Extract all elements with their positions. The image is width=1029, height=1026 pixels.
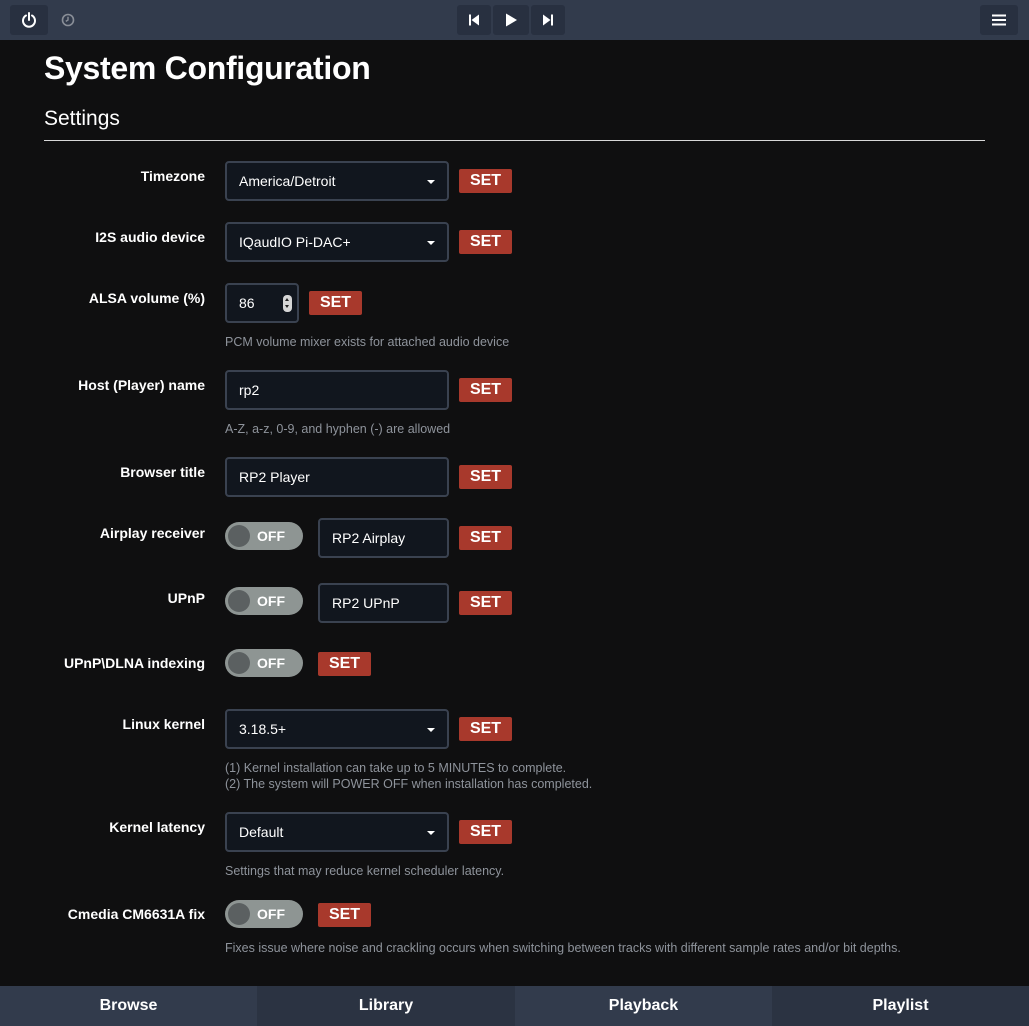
host-help: A-Z, a-z, 0-9, and hyphen (-) are allowe…	[225, 422, 451, 436]
power-button[interactable]	[10, 5, 48, 35]
next-track-button[interactable]	[531, 5, 565, 35]
airplay-name-input[interactable]: RP2 Airplay	[318, 518, 449, 558]
hamburger-menu-icon	[992, 14, 1006, 26]
alsa-volume-input[interactable]: 86	[225, 283, 299, 323]
upnp-toggle-state: OFF	[257, 593, 285, 609]
tab-library[interactable]: Library	[257, 986, 515, 1026]
host-value: rp2	[239, 382, 260, 398]
airplay-set-button[interactable]: SET	[459, 526, 512, 550]
browser-title-label: Browser title	[120, 464, 205, 480]
host-name-input[interactable]: rp2	[225, 370, 449, 410]
tab-playlist[interactable]: Playlist	[772, 986, 1029, 1026]
browser-title-set-button[interactable]: SET	[459, 465, 512, 489]
section-divider	[44, 140, 985, 141]
airplay-toggle-state: OFF	[257, 528, 285, 544]
caret-down-icon	[427, 241, 435, 245]
timezone-value: America/Detroit	[239, 173, 336, 189]
browser-title-input[interactable]: RP2 Player	[225, 457, 449, 497]
timezone-select[interactable]: America/Detroit	[225, 161, 449, 201]
timezone-set-button[interactable]: SET	[459, 169, 512, 193]
tab-browse[interactable]: Browse	[0, 986, 257, 1026]
clock-icon	[61, 13, 75, 27]
airplay-toggle[interactable]: OFF	[225, 522, 303, 550]
latency-select[interactable]: Default	[225, 812, 449, 852]
latency-set-button[interactable]: SET	[459, 820, 512, 844]
bottom-nav: Browse Library Playback Playlist	[0, 986, 1029, 1026]
skip-back-icon	[469, 14, 479, 26]
cmedia-label: Cmedia CM6631A fix	[67, 906, 205, 922]
kernel-help-2: (2) The system will POWER OFF when insta…	[225, 777, 593, 791]
caret-down-icon	[427, 180, 435, 184]
toggle-knob	[228, 652, 250, 674]
dlna-toggle-state: OFF	[257, 655, 285, 671]
kernel-label: Linux kernel	[122, 716, 205, 732]
alsa-set-button[interactable]: SET	[309, 291, 362, 315]
host-label: Host (Player) name	[78, 377, 205, 393]
dlna-set-button[interactable]: SET	[318, 652, 371, 676]
dlna-toggle[interactable]: OFF	[225, 649, 303, 677]
number-stepper-icon[interactable]	[283, 295, 292, 312]
section-title: Settings	[44, 107, 120, 130]
upnp-set-button[interactable]: SET	[459, 591, 512, 615]
menu-button[interactable]	[980, 5, 1018, 35]
toggle-knob	[228, 590, 250, 612]
kernel-select[interactable]: 3.18.5+	[225, 709, 449, 749]
timezone-label: Timezone	[140, 168, 205, 184]
latency-label: Kernel latency	[109, 819, 205, 835]
kernel-help-1: (1) Kernel installation can take up to 5…	[225, 761, 567, 775]
toggle-knob	[228, 525, 250, 547]
kernel-value: 3.18.5+	[239, 721, 287, 737]
page-title: System Configuration	[44, 50, 371, 86]
cmedia-toggle[interactable]: OFF	[225, 900, 303, 928]
i2s-set-button[interactable]: SET	[459, 230, 512, 254]
upnp-label: UPnP	[167, 590, 205, 606]
i2s-value: IQaudIO Pi-DAC+	[239, 234, 351, 250]
play-button[interactable]	[493, 5, 529, 35]
clock-button[interactable]	[52, 5, 84, 35]
alsa-label: ALSA volume (%)	[88, 290, 205, 306]
airplay-name-value: RP2 Airplay	[332, 530, 406, 546]
i2s-select[interactable]: IQaudIO Pi-DAC+	[225, 222, 449, 262]
latency-help: Settings that may reduce kernel schedule…	[225, 864, 505, 878]
dlna-label: UPnP\DLNA indexing	[63, 655, 205, 671]
latency-value: Default	[239, 824, 284, 840]
kernel-set-button[interactable]: SET	[459, 717, 512, 741]
host-set-button[interactable]: SET	[459, 378, 512, 402]
play-icon	[506, 13, 517, 27]
airplay-label: Airplay receiver	[99, 525, 205, 541]
upnp-name-value: RP2 UPnP	[332, 595, 400, 611]
alsa-value: 86	[239, 295, 255, 311]
top-toolbar	[0, 0, 1029, 40]
tab-playback[interactable]: Playback	[515, 986, 772, 1026]
alsa-help: PCM volume mixer exists for attached aud…	[225, 335, 510, 349]
caret-down-icon	[427, 831, 435, 835]
power-icon	[22, 12, 36, 28]
upnp-toggle[interactable]: OFF	[225, 587, 303, 615]
cmedia-help: Fixes issue where noise and crackling oc…	[225, 941, 901, 955]
skip-forward-icon	[543, 14, 553, 26]
i2s-label: I2S audio device	[95, 229, 205, 245]
previous-track-button[interactable]	[457, 5, 491, 35]
upnp-name-input[interactable]: RP2 UPnP	[318, 583, 449, 623]
browser-title-value: RP2 Player	[239, 469, 310, 485]
toggle-knob	[228, 903, 250, 925]
cmedia-toggle-state: OFF	[257, 906, 285, 922]
caret-down-icon	[427, 728, 435, 732]
cmedia-set-button[interactable]: SET	[318, 903, 371, 927]
